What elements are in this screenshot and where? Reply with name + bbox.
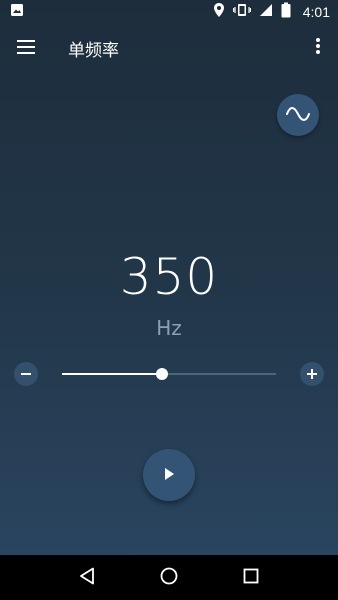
hamburger-menu-icon: [17, 39, 35, 58]
location-icon: [213, 2, 225, 22]
play-icon: [162, 466, 176, 485]
slider-fill: [62, 373, 162, 375]
page-title: 单频率: [68, 40, 119, 61]
more-vert-icon: [316, 38, 320, 58]
frequency-value[interactable]: 350: [0, 246, 338, 308]
status-time: 4:01: [302, 4, 330, 20]
app-screen: 4:01 单频率 350 Hz: [0, 0, 338, 555]
decrease-button[interactable]: [14, 362, 38, 386]
nav-back-button[interactable]: [67, 558, 107, 598]
image-icon: [10, 3, 24, 21]
nav-recents-button[interactable]: [231, 558, 271, 598]
increase-button[interactable]: [300, 362, 324, 386]
signal-icon: [259, 3, 273, 21]
battery-icon: [281, 2, 291, 22]
recents-icon: [243, 568, 259, 588]
frequency-slider[interactable]: [62, 364, 276, 384]
overflow-menu-button[interactable]: [298, 24, 338, 72]
nav-home-button[interactable]: [149, 558, 189, 598]
minus-icon: [20, 365, 32, 384]
frequency-unit: Hz: [156, 316, 182, 340]
menu-button[interactable]: [0, 24, 52, 72]
vibrate-icon: [232, 3, 251, 21]
slider-thumb[interactable]: [155, 368, 168, 380]
waveform-button[interactable]: [277, 94, 319, 136]
system-nav-bar: [0, 555, 338, 600]
app-toolbar: 单频率: [0, 24, 338, 72]
plus-icon: [306, 365, 318, 384]
status-bar: 4:01: [0, 0, 338, 24]
back-icon: [79, 567, 95, 589]
home-icon: [160, 567, 178, 589]
sine-wave-icon: [286, 106, 310, 125]
play-button[interactable]: [143, 449, 195, 501]
